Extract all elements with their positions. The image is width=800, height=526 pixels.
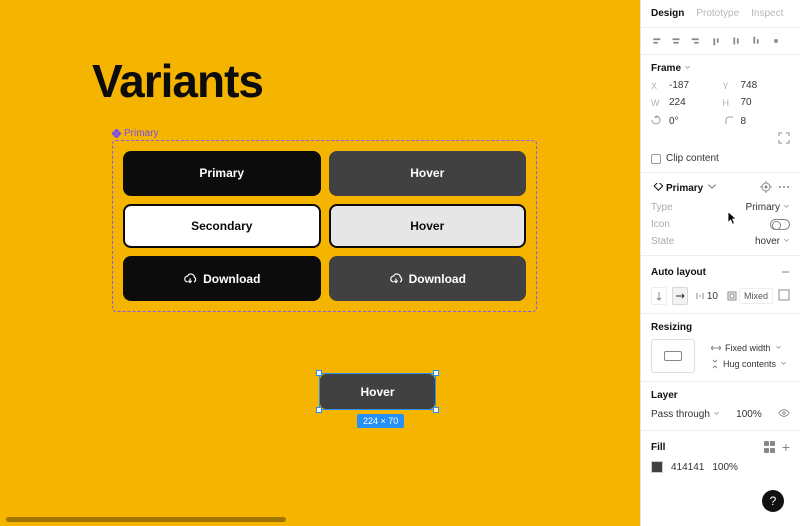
clip-content-checkbox[interactable]: Clip content	[651, 153, 790, 164]
x-input[interactable]: -187	[669, 80, 719, 91]
corner-input[interactable]: 8	[741, 116, 791, 127]
remove-autolayout-button[interactable]: −	[781, 264, 790, 281]
resize-handle-sw[interactable]	[316, 407, 322, 413]
resize-vertical-select[interactable]: Hug contents	[711, 359, 787, 369]
blend-mode-select[interactable]: Pass through	[651, 409, 720, 420]
independent-corners-icon[interactable]	[778, 132, 790, 147]
direction-horizontal[interactable]	[672, 287, 688, 305]
fill-title: Fill	[651, 442, 665, 453]
opacity-input[interactable]: 100%	[736, 409, 762, 420]
resize-horizontal-select[interactable]: Fixed width	[711, 343, 787, 353]
arrows-horizontal-icon	[711, 344, 721, 352]
component-set-frame[interactable]: Primary Hover Secondary Hover Download D…	[112, 140, 537, 312]
prop-icon-toggle[interactable]	[770, 219, 790, 230]
visibility-icon[interactable]	[778, 407, 790, 422]
padding-input[interactable]: Mixed	[727, 288, 773, 304]
alignment-grid-icon[interactable]	[778, 289, 790, 304]
alignment-controls	[641, 28, 800, 55]
fill-swatch[interactable]	[651, 461, 663, 473]
frame-title: Frame	[651, 63, 681, 74]
y-label: Y	[723, 81, 737, 91]
panel-tabs: Design Prototype Inspect	[641, 0, 800, 28]
section-layer: Layer Pass through 100%	[641, 382, 800, 431]
variant-secondary-default[interactable]: Secondary	[123, 204, 321, 249]
align-left-icon[interactable]	[649, 34, 663, 48]
prop-icon-label: Icon	[651, 219, 670, 230]
rotate-icon	[651, 115, 665, 127]
section-component: Primary Type Primary Icon State hover	[641, 173, 800, 256]
properties-panel: Design Prototype Inspect Frame X -187 Y 74…	[640, 0, 800, 526]
align-top-icon[interactable]	[709, 34, 723, 48]
corner-radius-icon	[723, 114, 737, 128]
hug-vertical-icon	[711, 359, 719, 369]
variant-primary-hover[interactable]: Hover	[329, 151, 527, 196]
chevron-down-icon[interactable]	[684, 63, 691, 74]
h-input[interactable]: 70	[741, 97, 791, 108]
prop-type-label: Type	[651, 202, 673, 213]
variant-primary-default[interactable]: Primary	[123, 151, 321, 196]
component-icon	[112, 129, 121, 138]
go-to-main-icon[interactable]	[760, 181, 772, 196]
selected-instance[interactable]: Hover	[320, 374, 435, 409]
prop-state-select[interactable]: hover	[755, 236, 790, 247]
tab-inspect[interactable]: Inspect	[751, 8, 783, 19]
add-fill-button[interactable]: +	[782, 439, 790, 455]
prop-type-select[interactable]: Primary	[746, 202, 790, 213]
w-label: W	[651, 98, 665, 108]
design-canvas[interactable]: Variants Primary Primary Hover Secondary…	[0, 0, 640, 526]
horizontal-scrollbar[interactable]	[6, 517, 286, 522]
resizing-title: Resizing	[651, 322, 692, 333]
cloud-download-icon	[183, 272, 197, 286]
cursor-icon	[727, 211, 738, 225]
spacing-icon	[695, 291, 705, 301]
instance-name[interactable]: Primary	[651, 181, 718, 196]
section-fill: Fill + 414141 100%	[641, 431, 800, 481]
align-vcenter-icon[interactable]	[729, 34, 743, 48]
distribute-icon[interactable]	[769, 34, 783, 48]
fill-opacity-input[interactable]: 100%	[712, 462, 738, 473]
layer-title: Layer	[651, 390, 678, 401]
tab-prototype[interactable]: Prototype	[696, 8, 739, 19]
resize-handle-se[interactable]	[433, 407, 439, 413]
styles-icon[interactable]	[764, 441, 776, 453]
component-set-label[interactable]: Primary	[112, 128, 158, 139]
x-label: X	[651, 81, 665, 91]
resize-handle-ne[interactable]	[433, 370, 439, 376]
variant-secondary-hover[interactable]: Hover	[329, 204, 527, 249]
h-label: H	[723, 98, 737, 108]
chevron-down-icon	[706, 181, 718, 196]
help-button[interactable]: ?	[762, 490, 784, 512]
resize-handle-nw[interactable]	[316, 370, 322, 376]
checkbox-icon	[651, 154, 661, 164]
variant-download-hover[interactable]: Download	[329, 256, 527, 301]
y-input[interactable]: 748	[741, 80, 791, 91]
rotation-input[interactable]: 0°	[669, 116, 719, 127]
selection-dimensions-badge: 224 × 70	[357, 414, 404, 428]
direction-vertical[interactable]	[651, 287, 667, 305]
w-input[interactable]: 224	[669, 97, 719, 108]
gap-input[interactable]: 10	[695, 291, 718, 302]
tab-design[interactable]: Design	[651, 8, 684, 19]
align-bottom-icon[interactable]	[749, 34, 763, 48]
padding-icon	[727, 291, 737, 301]
more-icon[interactable]	[778, 181, 790, 196]
variant-download-default[interactable]: Download	[123, 256, 321, 301]
prop-state-label: State	[651, 236, 674, 247]
cloud-download-icon	[389, 272, 403, 286]
component-set-name: Primary	[124, 128, 158, 139]
resizing-widget[interactable]	[651, 339, 695, 373]
section-resizing: Resizing Fixed width Hug contents	[641, 314, 800, 382]
fill-hex-input[interactable]: 414141	[671, 462, 704, 473]
page-title: Variants	[92, 54, 263, 108]
autolayout-title: Auto layout	[651, 267, 706, 278]
section-frame: Frame X -187 Y 748 W 224 H 70 0° 8 Clip cont…	[641, 55, 800, 173]
section-autolayout: Auto layout − 10 Mixed	[641, 256, 800, 314]
align-right-icon[interactable]	[689, 34, 703, 48]
align-hcenter-icon[interactable]	[669, 34, 683, 48]
